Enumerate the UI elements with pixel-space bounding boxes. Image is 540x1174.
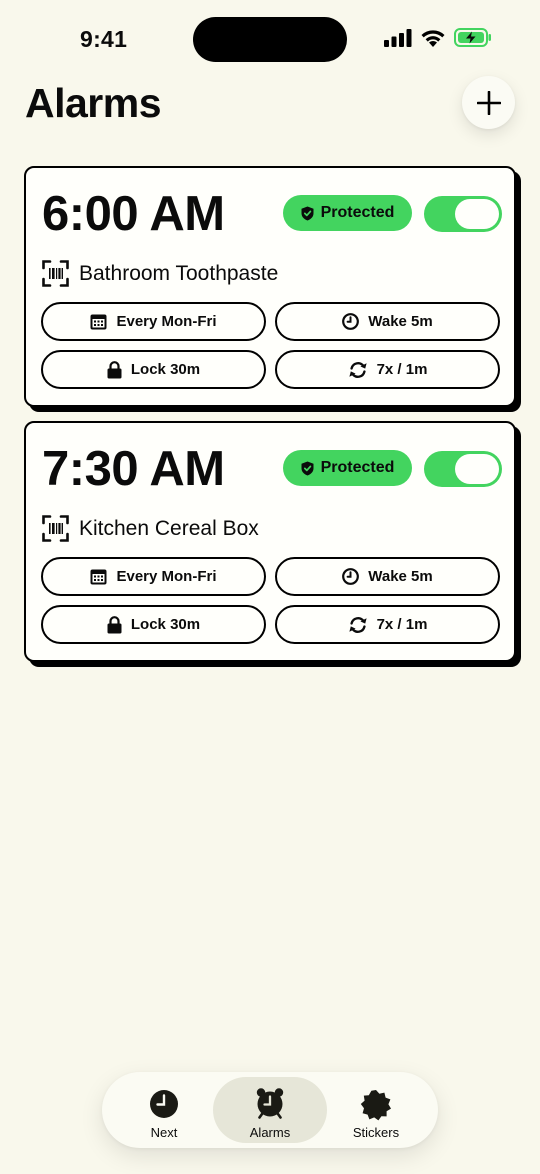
shield-check-icon <box>301 206 314 220</box>
protected-badge: Protected <box>283 195 412 231</box>
tab-next[interactable]: Next <box>107 1077 221 1143</box>
lock-label: Lock 30m <box>130 361 201 378</box>
barcode-scan-icon <box>42 515 69 542</box>
barcode-scan-icon <box>42 260 69 287</box>
repeat-label: 7x / 1m <box>376 616 428 633</box>
schedule-label: Every Mon-Fri <box>116 568 217 585</box>
alarm-card[interactable]: 7:30 AM Protected Kitchen Cereal Box Eve… <box>24 421 516 662</box>
shield-check-icon <box>301 461 314 475</box>
alarm-toggle[interactable] <box>424 196 502 232</box>
alarm-toggle[interactable] <box>424 451 502 487</box>
sticker-icon <box>360 1090 391 1121</box>
target-row: Kitchen Cereal Box <box>42 515 259 542</box>
badge-label: Protected <box>320 459 395 476</box>
target-row: Bathroom Toothpaste <box>42 260 278 287</box>
clock-icon <box>342 313 360 330</box>
badge-label: Protected <box>320 204 395 221</box>
status-icons <box>384 28 492 47</box>
toggle-knob <box>455 199 499 229</box>
repeat-chip[interactable]: 7x / 1m <box>275 605 500 644</box>
target-label: Kitchen Cereal Box <box>79 516 259 540</box>
clock-icon <box>342 568 360 585</box>
wake-chip[interactable]: Wake 5m <box>275 302 500 341</box>
tab-label: Alarms <box>249 1125 291 1140</box>
signal-icon <box>384 28 412 47</box>
wake-label: Wake 5m <box>368 313 433 330</box>
calendar-icon <box>90 314 107 329</box>
alarm-time: 6:00 AM <box>42 187 225 241</box>
status-bar: 9:41 <box>0 0 540 80</box>
wifi-icon <box>421 30 445 47</box>
page-title: Alarms <box>25 80 162 126</box>
tab-alarms[interactable]: Alarms <box>213 1077 327 1143</box>
repeat-icon <box>348 361 367 378</box>
repeat-icon <box>348 616 367 633</box>
status-time: 9:41 <box>80 26 128 52</box>
tab-stickers[interactable]: Stickers <box>319 1077 433 1143</box>
target-label: Bathroom Toothpaste <box>79 261 279 285</box>
dynamic-island <box>193 17 347 62</box>
lock-label: Lock 30m <box>130 616 201 633</box>
tab-label: Next <box>150 1125 178 1140</box>
schedule-chip[interactable]: Every Mon-Fri <box>41 302 266 341</box>
tab-label: Stickers <box>352 1125 400 1140</box>
schedule-label: Every Mon-Fri <box>116 313 217 330</box>
wake-label: Wake 5m <box>368 568 433 585</box>
repeat-chip[interactable]: 7x / 1m <box>275 350 500 389</box>
repeat-label: 7x / 1m <box>376 361 428 378</box>
battery-icon <box>454 28 491 47</box>
alarm-time: 7:30 AM <box>42 442 225 496</box>
toggle-knob <box>455 454 499 484</box>
clock-icon <box>150 1090 178 1118</box>
add-alarm-button[interactable] <box>462 76 515 129</box>
lock-chip[interactable]: Lock 30m <box>41 350 266 389</box>
lock-chip[interactable]: Lock 30m <box>41 605 266 644</box>
lock-icon <box>107 615 122 633</box>
lock-icon <box>107 360 122 378</box>
plus-icon <box>476 90 501 115</box>
alarm-clock-icon <box>256 1088 284 1119</box>
calendar-icon <box>90 569 107 584</box>
alarm-card[interactable]: 6:00 AM Protected Bathroom Toothpaste Ev… <box>24 166 516 407</box>
schedule-chip[interactable]: Every Mon-Fri <box>41 557 266 596</box>
wake-chip[interactable]: Wake 5m <box>275 557 500 596</box>
tab-bar: Next Alarms Stickers <box>102 1072 438 1148</box>
protected-badge: Protected <box>283 450 412 486</box>
